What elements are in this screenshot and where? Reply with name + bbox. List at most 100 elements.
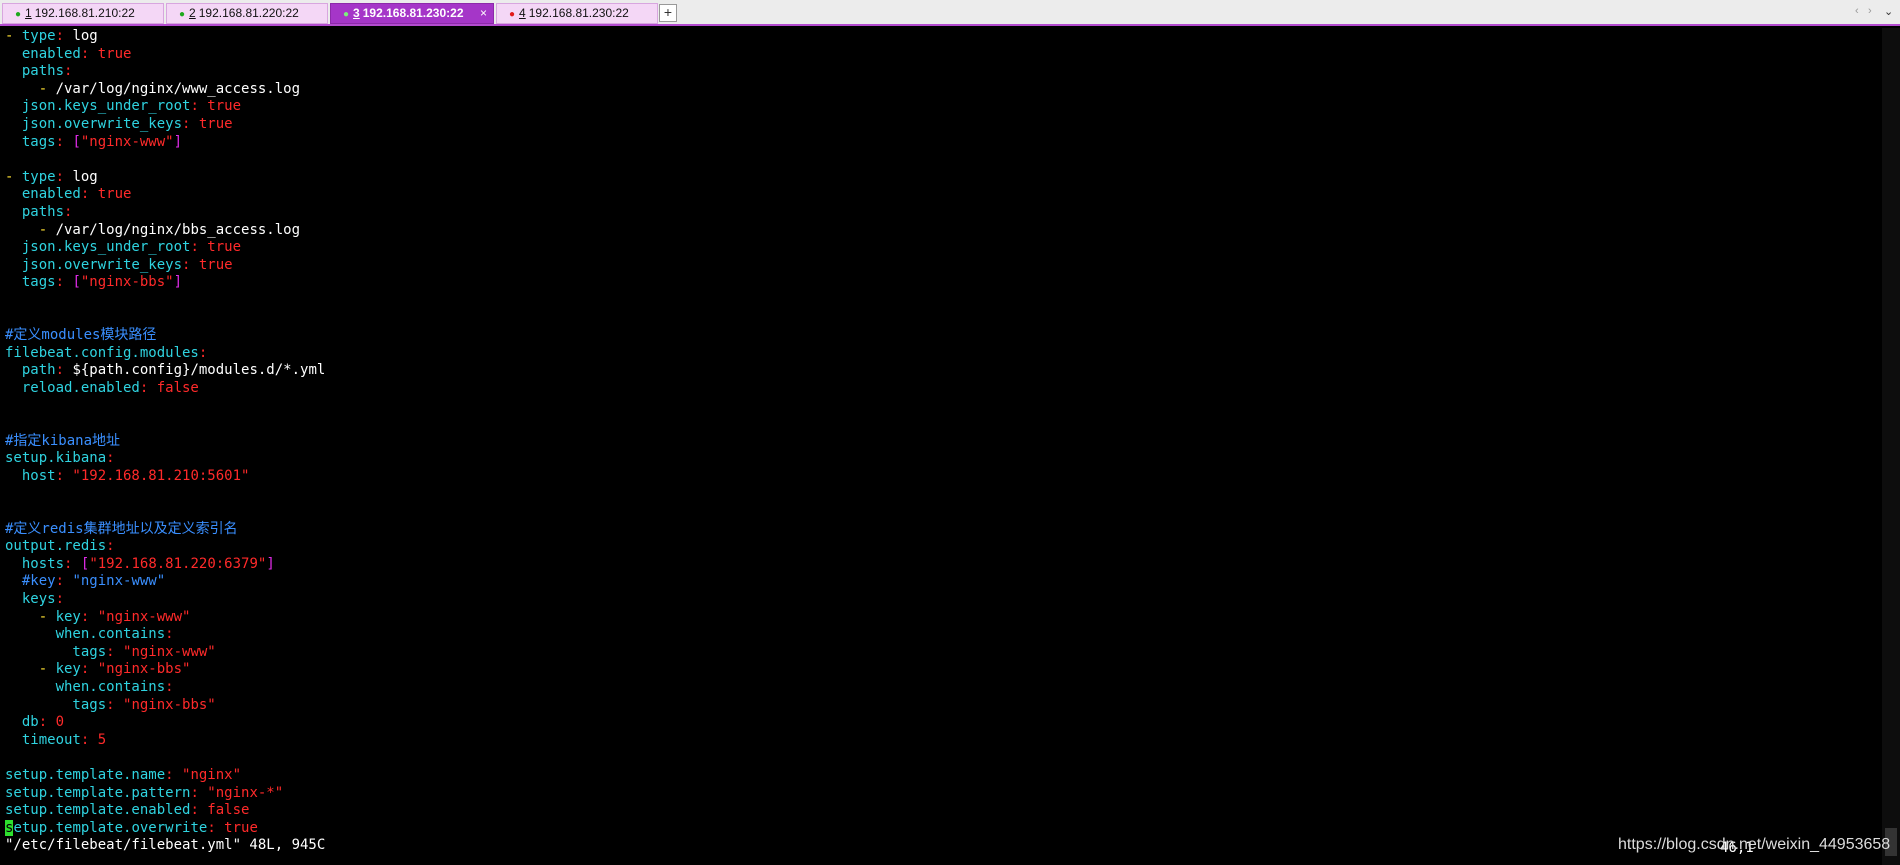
close-tab-icon[interactable]: × xyxy=(480,4,487,23)
terminal-token: etup.template.overwrite xyxy=(13,819,208,836)
terminal-token: json.keys_under_root xyxy=(5,239,191,256)
terminal-line: tags: ["nginx-www"] xyxy=(5,134,1880,152)
terminal-line: setup.template.overwrite: true xyxy=(5,819,1880,838)
terminal-token: : xyxy=(55,133,73,150)
terminal-token: #key xyxy=(5,573,56,590)
terminal-token: filebeat.config.modules xyxy=(5,344,199,361)
terminal-token: json.overwrite_keys xyxy=(5,256,183,273)
terminal-token: paths xyxy=(5,203,65,220)
terminal-line: setup.template.pattern: "nginx-*" xyxy=(5,785,1880,803)
terminal-line: tags: ["nginx-bbs"] xyxy=(5,274,1880,292)
terminal-token: enabled xyxy=(5,45,81,62)
terminal-line: - type: log xyxy=(5,28,1880,46)
tab-session-2[interactable]: ● 2 192.168.81.220:22 xyxy=(166,3,328,24)
terminal-line: json.keys_under_root: true xyxy=(5,239,1880,257)
terminal-line: #指定kibana地址 xyxy=(5,433,1880,451)
terminal-token: : true xyxy=(207,819,258,836)
terminal-line: when.contains: xyxy=(5,679,1880,697)
terminal-token: host xyxy=(5,467,56,484)
terminal-token: : true xyxy=(80,186,132,203)
terminal-token: tags xyxy=(5,696,107,713)
terminal-token: : "nginx-*" xyxy=(190,784,284,801)
terminal-token: : xyxy=(106,450,115,467)
tab-prev-icon[interactable]: ‹ xyxy=(1855,5,1859,17)
terminal-token: : true xyxy=(182,256,233,273)
terminal-token: type xyxy=(21,28,56,44)
tab-menu-icon[interactable]: ⌄ xyxy=(1884,5,1893,18)
terminal-token: timeout xyxy=(5,731,81,748)
terminal-token: : true xyxy=(182,115,233,132)
tab-session-3[interactable]: ● 3 192.168.81.230:22 × xyxy=(330,3,494,24)
terminal-token: : true xyxy=(190,98,242,115)
terminal-token: #定义redis集群地址以及定义索引名 xyxy=(5,520,238,537)
terminal-token: : false xyxy=(190,802,250,819)
terminal-token: log xyxy=(72,28,98,44)
terminal-token: setup.kibana xyxy=(5,450,107,467)
terminal-line: db: 0 xyxy=(5,714,1880,732)
terminal-token: - xyxy=(5,28,22,44)
status-dot-icon: ● xyxy=(15,9,22,20)
terminal-token: - xyxy=(5,168,22,185)
terminal-line: reload.enabled: false xyxy=(5,380,1880,398)
terminal-token: json.keys_under_root xyxy=(5,98,191,115)
terminal-token: json.overwrite_keys xyxy=(5,115,183,132)
terminal-token: /var/log/nginx/www_access.log xyxy=(55,80,301,97)
add-tab-button[interactable]: + xyxy=(659,4,677,22)
terminal-scrollbar[interactable] xyxy=(1882,28,1900,865)
terminal-token: : "nginx" xyxy=(165,766,242,783)
terminal-token: setup.template.name xyxy=(5,766,166,783)
terminal-line: json.keys_under_root: true xyxy=(5,98,1880,116)
terminal-token: "nginx-www" xyxy=(80,133,174,150)
terminal-token: : 5 xyxy=(80,731,107,748)
terminal-token: #定义modules模块路径 xyxy=(5,327,157,344)
terminal-line: tags: "nginx-bbs" xyxy=(5,697,1880,715)
terminal-token: : xyxy=(55,168,73,185)
terminal-token: : xyxy=(165,626,174,643)
terminal-token: log xyxy=(72,168,98,185)
terminal-token: : "nginx-www" xyxy=(80,608,191,625)
terminal-token: /var/log/nginx/bbs_access.log xyxy=(55,221,301,238)
terminal-token: ] xyxy=(266,555,275,572)
terminal-token: : xyxy=(64,63,73,80)
terminal-line: json.overwrite_keys: true xyxy=(5,116,1880,134)
terminal-token: : "192.168.81.210:5601" xyxy=(55,467,250,484)
tab-session-4[interactable]: ● 4 192.168.81.230:22 xyxy=(496,3,658,24)
terminal-token: [ xyxy=(72,274,81,291)
terminal-token: path xyxy=(5,362,56,379)
terminal-token: : "nginx-bbs" xyxy=(106,696,216,713)
terminal-line: setup.template.name: "nginx" xyxy=(5,767,1880,785)
terminal-token: : xyxy=(64,203,73,220)
status-dot-icon: ● xyxy=(509,9,516,20)
terminal-token: "nginx-www" xyxy=(72,573,166,590)
terminal-line: timeout: 5 xyxy=(5,732,1880,750)
status-dot-icon: ● xyxy=(343,9,350,20)
terminal-line: - type: log xyxy=(5,169,1880,187)
terminal-token: tags xyxy=(5,133,56,150)
terminal-token: - xyxy=(5,221,56,238)
tab-session-1[interactable]: ● 1 192.168.81.210:22 xyxy=(2,3,164,24)
terminal-line: when.contains: xyxy=(5,626,1880,644)
terminal-line: - key: "nginx-www" xyxy=(5,609,1880,627)
watermark-url: https://blog.csdn.net/weixin_44953658 xyxy=(1618,836,1891,853)
terminal-output[interactable]: - type: log enabled: true paths: - /var/… xyxy=(5,28,1880,865)
terminal-token: #指定kibana地址 xyxy=(5,432,121,449)
terminal-line: keys: xyxy=(5,591,1880,609)
terminal-line: path: ${path.config}/modules.d/*.yml xyxy=(5,362,1880,380)
terminal-token: tags xyxy=(5,643,107,660)
terminal-token: type xyxy=(21,168,56,185)
tab-next-icon[interactable]: › xyxy=(1868,5,1872,17)
terminal-token: : false xyxy=(139,379,199,396)
terminal-line: #key: "nginx-www" xyxy=(5,573,1880,591)
terminal-line: enabled: true xyxy=(5,186,1880,204)
terminal-token: - xyxy=(5,80,56,97)
terminal-line: setup.kibana: xyxy=(5,450,1880,468)
terminal-token: when.contains xyxy=(5,678,166,695)
terminal-line: - /var/log/nginx/www_access.log xyxy=(5,81,1880,99)
